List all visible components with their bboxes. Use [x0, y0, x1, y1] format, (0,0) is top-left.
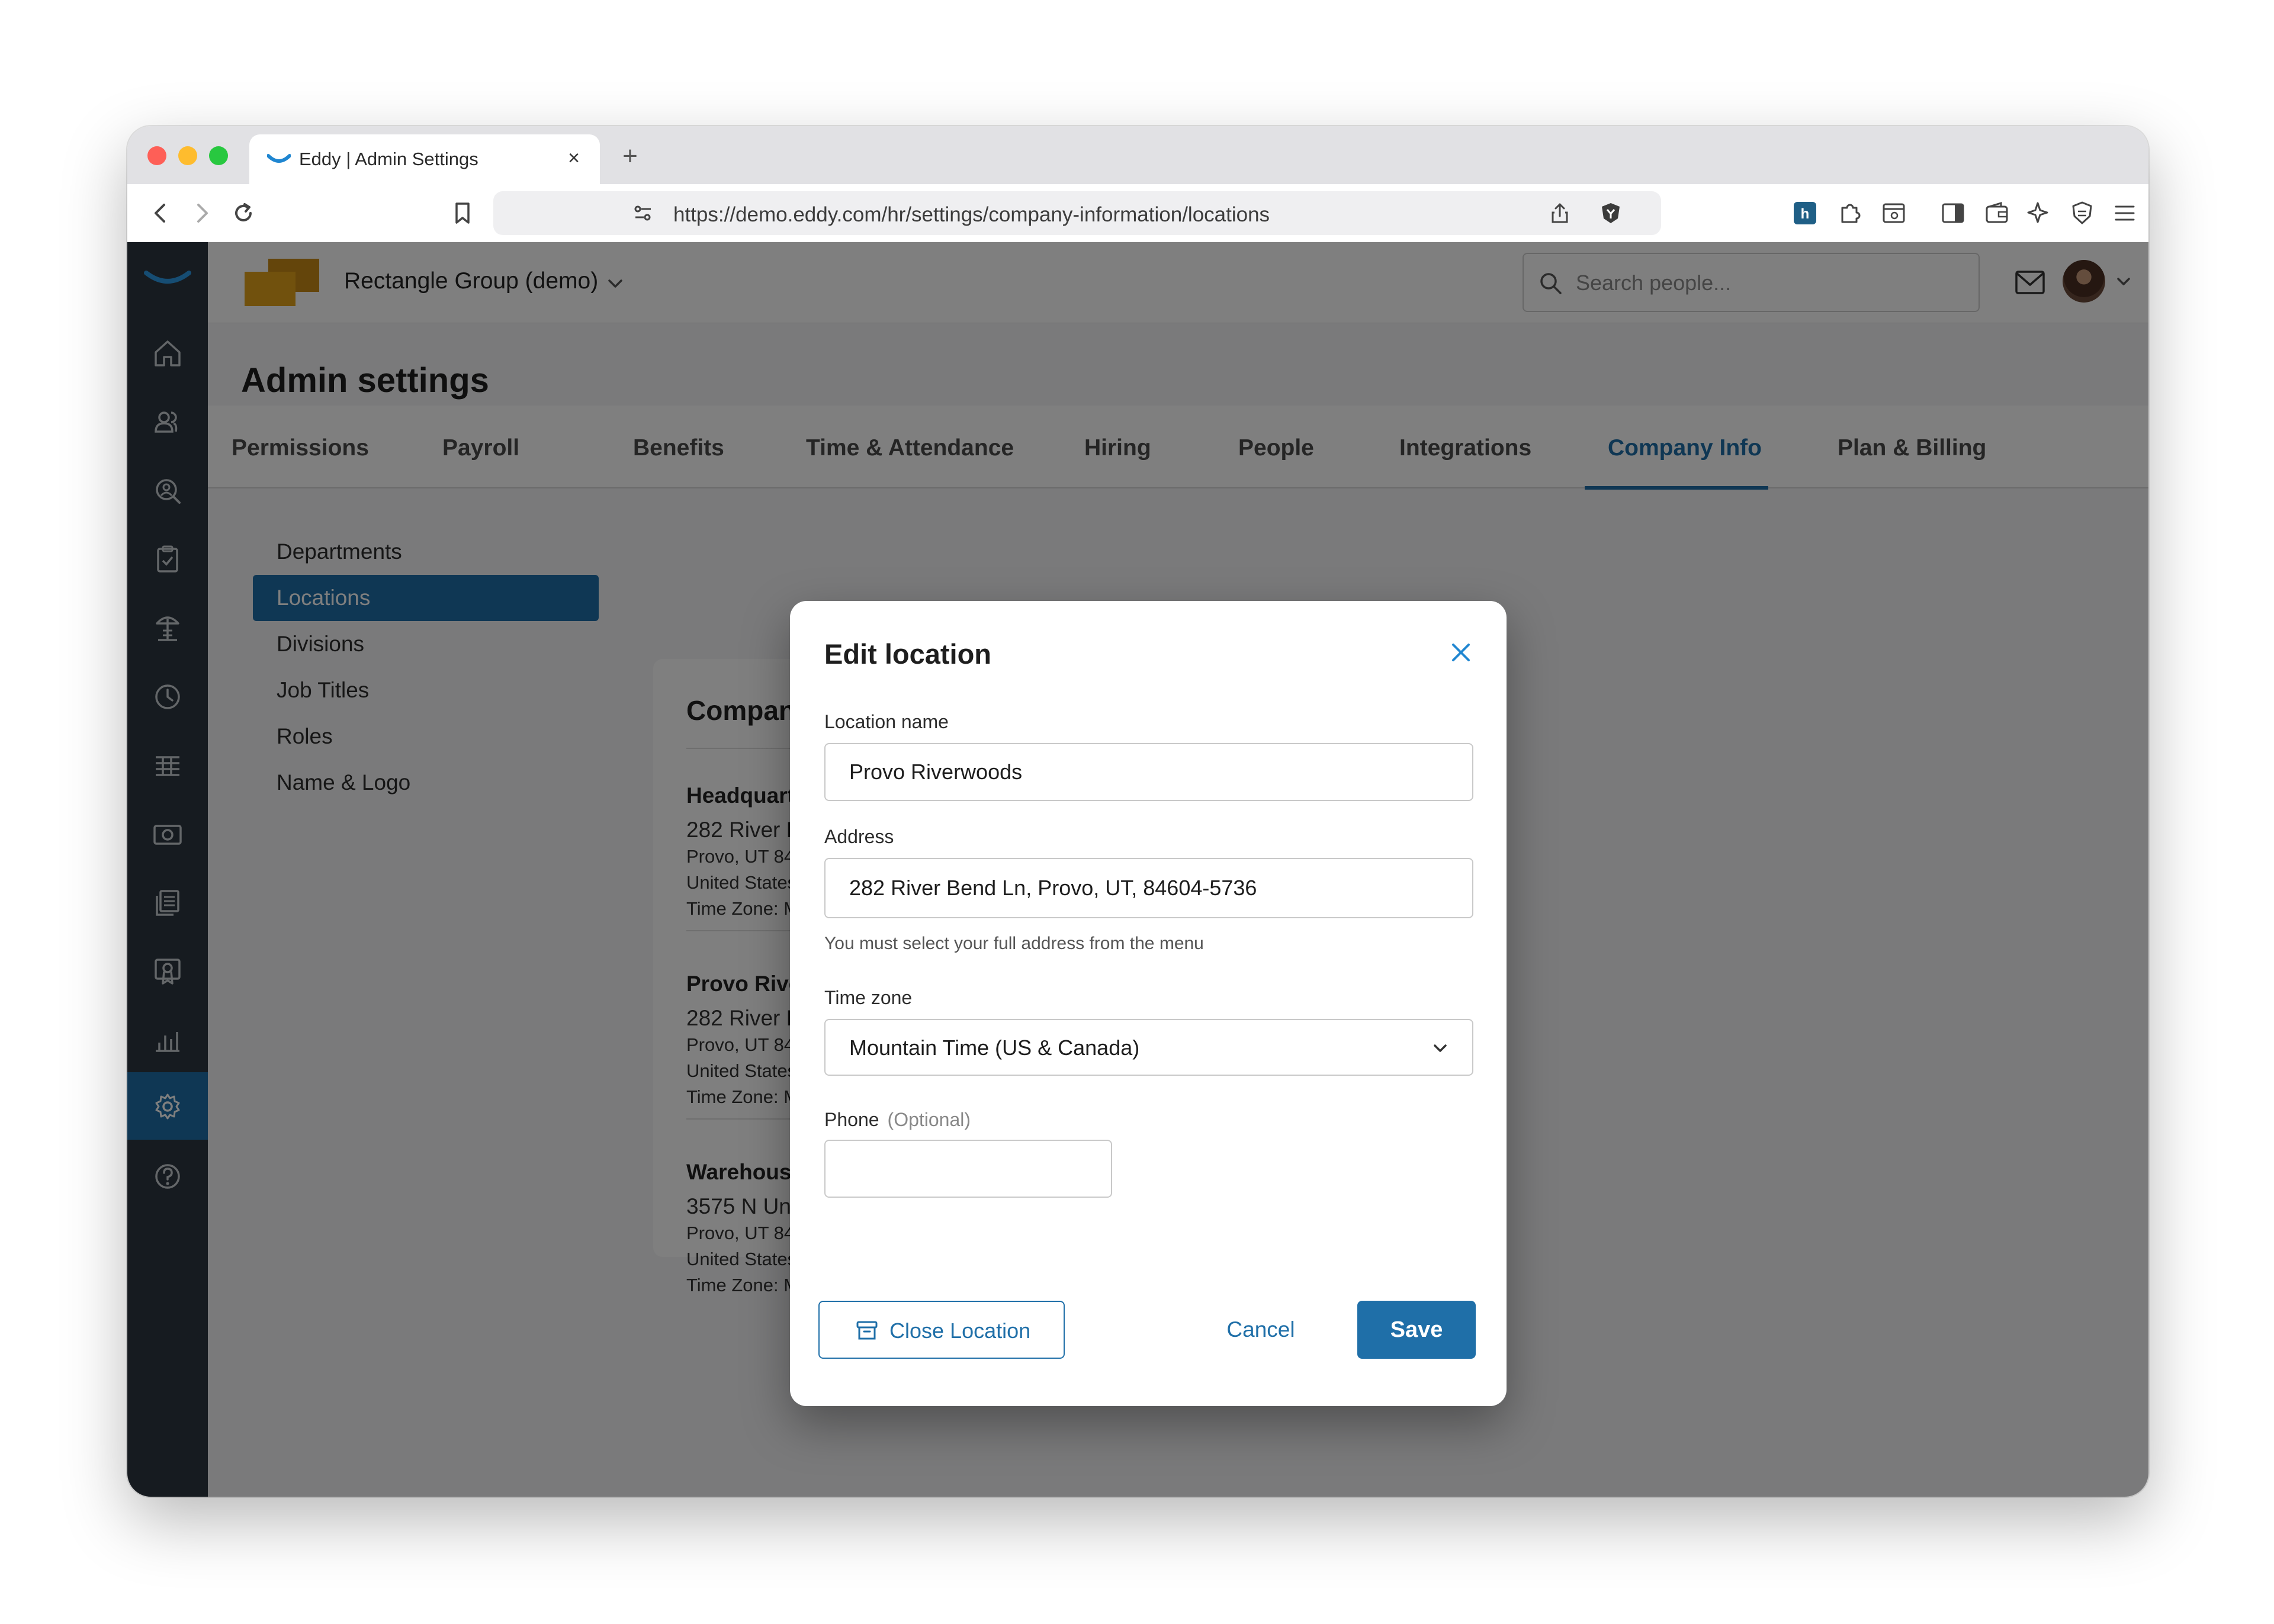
- dialog-title: Edit location: [824, 638, 991, 670]
- brave-shield-icon[interactable]: [1598, 201, 1623, 226]
- vpn-shield-icon[interactable]: [2069, 200, 2096, 227]
- reader-mode-icon[interactable]: [1880, 200, 1907, 227]
- extensions-puzzle-icon[interactable]: [1836, 200, 1864, 227]
- address-bar[interactable]: https://demo.eddy.com/hr/settings/compan…: [493, 191, 1661, 235]
- extension-h-icon[interactable]: h: [1791, 200, 1819, 227]
- close-icon[interactable]: [1447, 639, 1475, 666]
- phone-field[interactable]: [824, 1140, 1112, 1198]
- browser-tab-strip: Eddy | Admin Settings × +: [127, 126, 2148, 184]
- forward-icon[interactable]: [187, 198, 217, 229]
- address-field[interactable]: [824, 858, 1473, 918]
- address-label: Address: [824, 826, 894, 847]
- maximize-window-button[interactable]: [209, 146, 228, 165]
- browser-toolbar: https://demo.eddy.com/hr/settings/compan…: [127, 184, 2148, 243]
- save-button[interactable]: Save: [1357, 1301, 1476, 1359]
- tab-close-icon[interactable]: ×: [561, 145, 587, 171]
- wallet-icon[interactable]: [1983, 200, 2010, 227]
- timezone-value: Mountain Time (US & Canada): [849, 1035, 1140, 1060]
- close-location-button[interactable]: Close Location: [818, 1301, 1065, 1359]
- chevron-down-icon: [1434, 1044, 1447, 1052]
- close-location-label: Close Location: [889, 1319, 1031, 1343]
- app-root: Rectangle Group (demo): [127, 242, 2148, 1497]
- leo-ai-icon[interactable]: [2026, 200, 2053, 227]
- eddy-favicon-icon: [267, 154, 291, 163]
- share-icon[interactable]: [1547, 201, 1572, 226]
- close-window-button[interactable]: [147, 146, 166, 165]
- timezone-select[interactable]: Mountain Time (US & Canada): [824, 1019, 1473, 1076]
- phone-label-text: Phone: [824, 1109, 879, 1130]
- edit-location-dialog: Edit location Location name Address You …: [790, 601, 1507, 1406]
- location-name-label: Location name: [824, 711, 949, 732]
- site-settings-icon[interactable]: [631, 201, 656, 226]
- new-tab-button[interactable]: +: [613, 139, 647, 173]
- bookmark-icon[interactable]: [447, 198, 478, 229]
- address-hint: You must select your full address from t…: [824, 934, 1204, 953]
- optional-tag: (Optional): [887, 1109, 971, 1130]
- phone-label: Phone (Optional): [824, 1109, 971, 1131]
- svg-text:h: h: [1801, 206, 1810, 222]
- sidebar-toggle-icon[interactable]: [1939, 200, 1967, 227]
- url-text: https://demo.eddy.com/hr/settings/compan…: [673, 203, 1270, 226]
- location-name-field[interactable]: [824, 743, 1473, 801]
- menu-icon[interactable]: [2111, 200, 2138, 227]
- browser-tab[interactable]: Eddy | Admin Settings ×: [249, 134, 600, 184]
- browser-window: Eddy | Admin Settings × + https://demo.e…: [127, 126, 2148, 1497]
- archive-icon: [856, 1321, 878, 1340]
- minimize-window-button[interactable]: [178, 146, 197, 165]
- cancel-button[interactable]: Cancel: [1205, 1301, 1317, 1359]
- timezone-label: Time zone: [824, 987, 913, 1008]
- browser-tab-title: Eddy | Admin Settings: [299, 149, 478, 169]
- back-icon[interactable]: [145, 198, 176, 229]
- reload-icon[interactable]: [228, 198, 259, 229]
